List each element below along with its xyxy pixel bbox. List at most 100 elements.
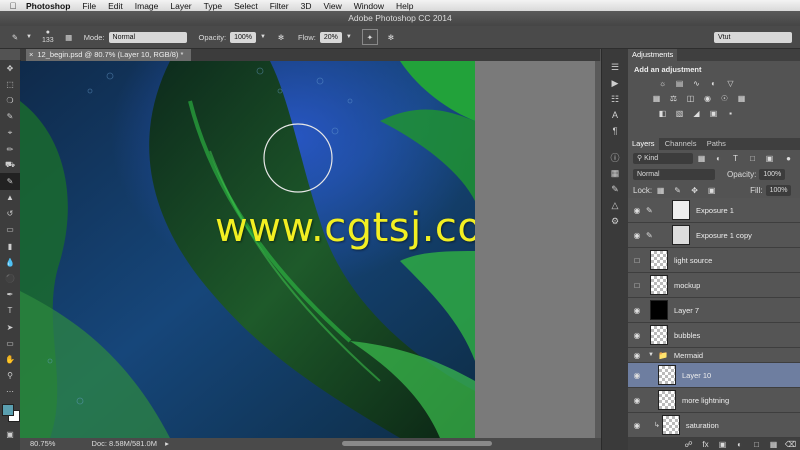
layer-row[interactable]: ◉ ✎ Exposure 1 copy — [628, 223, 800, 248]
info-icon[interactable]: ⓘ — [602, 149, 628, 165]
document-tab[interactable]: × 12_begin.psd @ 80.7% (Layer 10, RGB/8) … — [26, 49, 191, 61]
gradient-map-icon[interactable]: ▪ — [725, 108, 736, 119]
chevron-down-icon[interactable]: ▼ — [256, 30, 270, 44]
curves-icon[interactable]: ∿ — [691, 78, 702, 89]
tool-presets-icon[interactable]: ⚙ — [602, 213, 628, 229]
menu-window[interactable]: Window — [354, 1, 384, 11]
mode-select[interactable]: Normal — [108, 31, 187, 43]
quick-select-tool-icon[interactable]: ✎ — [0, 109, 20, 125]
vibrance-icon[interactable]: ▽ — [725, 78, 736, 89]
opacity-field[interactable]: 100% — [230, 31, 256, 43]
threshold-icon[interactable]: ◢ — [691, 108, 702, 119]
brush-panel-icon[interactable]: ▦ — [62, 30, 76, 44]
visibility-off-icon[interactable]: □ — [628, 256, 646, 265]
horizontal-scrollbar[interactable] — [342, 441, 492, 446]
black-white-icon[interactable]: ◫ — [685, 93, 696, 104]
invert-icon[interactable]: ◧ — [657, 108, 668, 119]
layer-row-selected[interactable]: ◉ Layer 10 — [628, 363, 800, 388]
layer-row[interactable]: ◉ Layer 7 — [628, 298, 800, 323]
lock-transparent-icon[interactable]: ▦ — [655, 185, 666, 196]
link-icon[interactable]: ☍ — [683, 439, 694, 450]
properties-icon[interactable]: ☷ — [602, 91, 628, 107]
eye-icon[interactable]: ◉ — [628, 396, 646, 405]
eye-icon[interactable]: ◉ — [628, 206, 646, 215]
visibility-off-icon[interactable]: □ — [628, 281, 646, 290]
quick-mask-icon[interactable]: ▣ — [0, 426, 20, 442]
paragraph-icon[interactable]: ¶ — [602, 123, 628, 139]
eye-icon[interactable]: ◉ — [628, 351, 646, 360]
history-icon[interactable]: ☰ — [602, 59, 628, 75]
dodge-tool-icon[interactable]: ⚫ — [0, 270, 20, 286]
chevron-down-icon[interactable]: ▼ — [342, 30, 356, 44]
layer-row[interactable]: □ mockup — [628, 273, 800, 298]
tab-channels[interactable]: Channels — [661, 138, 701, 150]
tab-adjustments[interactable]: Adjustments — [628, 49, 678, 61]
apple-icon[interactable]:  — [0, 1, 26, 11]
menu-help[interactable]: Help — [396, 1, 413, 11]
color-balance-icon[interactable]: ⚖ — [668, 93, 679, 104]
adjustment-icon[interactable]: ◐ — [734, 439, 745, 450]
eye-icon[interactable]: ◉ — [628, 231, 646, 240]
layer-row[interactable]: □ light source — [628, 248, 800, 273]
layer-row[interactable]: ◉ ↳ saturation — [628, 413, 800, 438]
menu-type[interactable]: Type — [204, 1, 222, 11]
menu-edit[interactable]: Edit — [108, 1, 123, 11]
layer-opacity-field[interactable]: 100% — [759, 168, 786, 180]
trash-icon[interactable]: ⌫ — [785, 439, 796, 450]
filter-toggle-icon[interactable]: ● — [783, 153, 794, 164]
crop-tool-icon[interactable]: ⌖ — [0, 125, 20, 141]
brush-tool-icon[interactable]: ✎ — [8, 30, 22, 44]
layer-row[interactable]: ◉ ✎ Exposure 1 — [628, 198, 800, 223]
menu-file[interactable]: File — [82, 1, 96, 11]
chevron-down-icon[interactable]: ▼ — [22, 30, 36, 44]
pressure-opacity-icon[interactable]: ✻ — [274, 30, 288, 44]
brush-presets-icon[interactable]: ✎ — [602, 181, 628, 197]
brush-preset-picker[interactable]: ● 133 — [42, 29, 54, 45]
airbrush-icon[interactable]: ✦ — [361, 29, 378, 45]
zoom-tool-icon[interactable]: ⚲ — [0, 368, 20, 384]
lock-position-icon[interactable]: ✥ — [689, 185, 700, 196]
menu-app[interactable]: Photoshop — [26, 1, 70, 11]
clone-stamp-tool-icon[interactable]: ▲ — [0, 190, 20, 206]
menu-3d[interactable]: 3D — [301, 1, 312, 11]
pressure-size-icon[interactable]: ✻ — [384, 30, 398, 44]
gradient-tool-icon[interactable]: ▮ — [0, 238, 20, 254]
eyedropper-tool-icon[interactable]: ✏ — [0, 141, 20, 157]
lock-all-icon[interactable]: ▣ — [706, 185, 717, 196]
fx-icon[interactable]: fx — [700, 439, 711, 450]
move-tool-icon[interactable]: ✥ — [0, 60, 20, 76]
workspace-select[interactable]: Vtut — [714, 31, 792, 43]
character-icon[interactable]: A — [602, 107, 628, 123]
filter-shape-icon[interactable]: □ — [747, 153, 758, 164]
photo-filter-icon[interactable]: ◉ — [702, 93, 713, 104]
fill-field[interactable]: 100% — [765, 184, 792, 196]
chevron-right-icon[interactable]: ▸ — [165, 439, 169, 448]
more-tools-icon[interactable]: ⋯ — [0, 384, 20, 400]
pen-tool-icon[interactable]: ✒ — [0, 287, 20, 303]
selective-color-icon[interactable]: ▣ — [708, 108, 719, 119]
lock-image-icon[interactable]: ✎ — [672, 185, 683, 196]
navigator-icon[interactable]: ▦ — [602, 165, 628, 181]
hue-saturation-icon[interactable]: ▦ — [651, 93, 662, 104]
tab-layers[interactable]: Layers — [628, 138, 659, 150]
path-select-tool-icon[interactable]: ➤ — [0, 319, 20, 335]
type-tool-icon[interactable]: T — [0, 303, 20, 319]
eye-icon[interactable]: ◉ — [628, 331, 646, 340]
menu-image[interactable]: Image — [135, 1, 159, 11]
filter-kind-select[interactable]: ⚲ Kind — [633, 152, 693, 164]
healing-brush-tool-icon[interactable]: ⛟ — [0, 157, 20, 173]
menu-layer[interactable]: Layer — [170, 1, 191, 11]
eraser-tool-icon[interactable]: ▭ — [0, 222, 20, 238]
marquee-tool-icon[interactable]: ⬚ — [0, 76, 20, 92]
history-brush-tool-icon[interactable]: ↺ — [0, 206, 20, 222]
blend-mode-select[interactable]: Normal — [633, 168, 715, 180]
foreground-color-swatch[interactable] — [2, 403, 14, 416]
color-swatches[interactable] — [0, 400, 20, 426]
chevron-down-icon[interactable]: ▼ — [648, 352, 654, 358]
eye-icon[interactable]: ◉ — [628, 306, 646, 315]
new-layer-icon[interactable]: ▦ — [768, 439, 779, 450]
filter-type-icon[interactable]: T — [730, 153, 741, 164]
exposure-icon[interactable]: ◐ — [708, 78, 719, 89]
blur-tool-icon[interactable]: 💧 — [0, 254, 20, 270]
layer-row[interactable]: ◉ more lightning — [628, 388, 800, 413]
